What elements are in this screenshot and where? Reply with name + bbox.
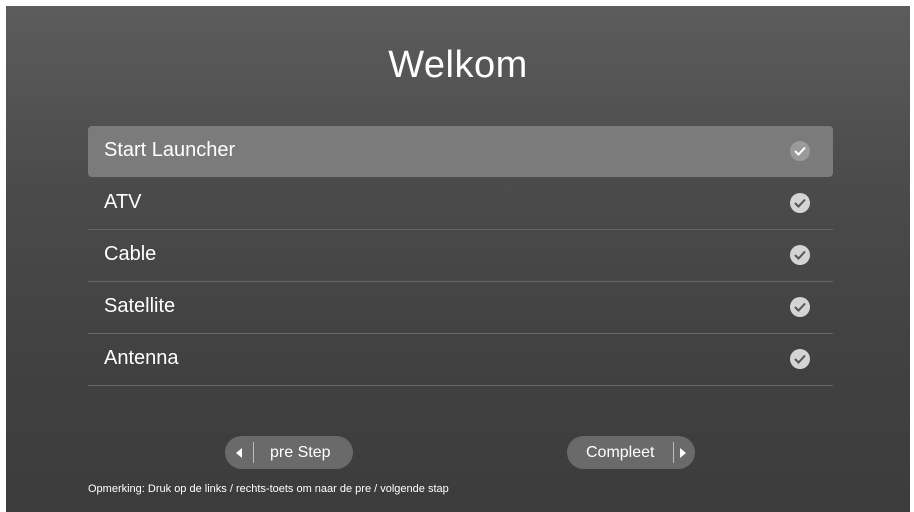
prev-step-label: pre Step	[270, 444, 331, 461]
list-item-label: Satellite	[104, 295, 176, 317]
page-title: Welkom	[388, 44, 528, 86]
arrow-right-icon	[680, 448, 686, 458]
check-circle-icon	[790, 349, 810, 369]
check-circle-icon	[790, 245, 810, 265]
arrow-left-icon	[236, 448, 242, 458]
check-circle-icon	[790, 193, 810, 213]
button-divider	[253, 442, 254, 463]
source-list: Start Launcher ATV Cable Satellite Anten…	[88, 126, 833, 386]
button-divider	[673, 442, 674, 463]
list-item-label: Antenna	[104, 347, 179, 369]
list-item-atv[interactable]: ATV	[88, 178, 833, 230]
list-item-antenna[interactable]: Antenna	[88, 334, 833, 386]
check-circle-icon	[790, 297, 810, 317]
list-item-label: Cable	[104, 243, 157, 265]
list-item-start-launcher[interactable]: Start Launcher	[88, 126, 833, 177]
hint-text: Opmerking: Druk op de links / rechts-toe…	[88, 483, 449, 495]
check-circle-icon	[790, 141, 810, 161]
tv-setup-screen: Welkom Start Launcher ATV Cable Satellit…	[6, 6, 910, 512]
prev-step-button[interactable]: pre Step	[225, 436, 353, 469]
list-item-label: Start Launcher	[104, 139, 236, 161]
list-item-label: ATV	[104, 191, 142, 213]
list-item-cable[interactable]: Cable	[88, 230, 833, 282]
complete-label: Compleet	[586, 444, 655, 461]
list-item-satellite[interactable]: Satellite	[88, 282, 833, 334]
complete-button[interactable]: Compleet	[567, 436, 695, 469]
